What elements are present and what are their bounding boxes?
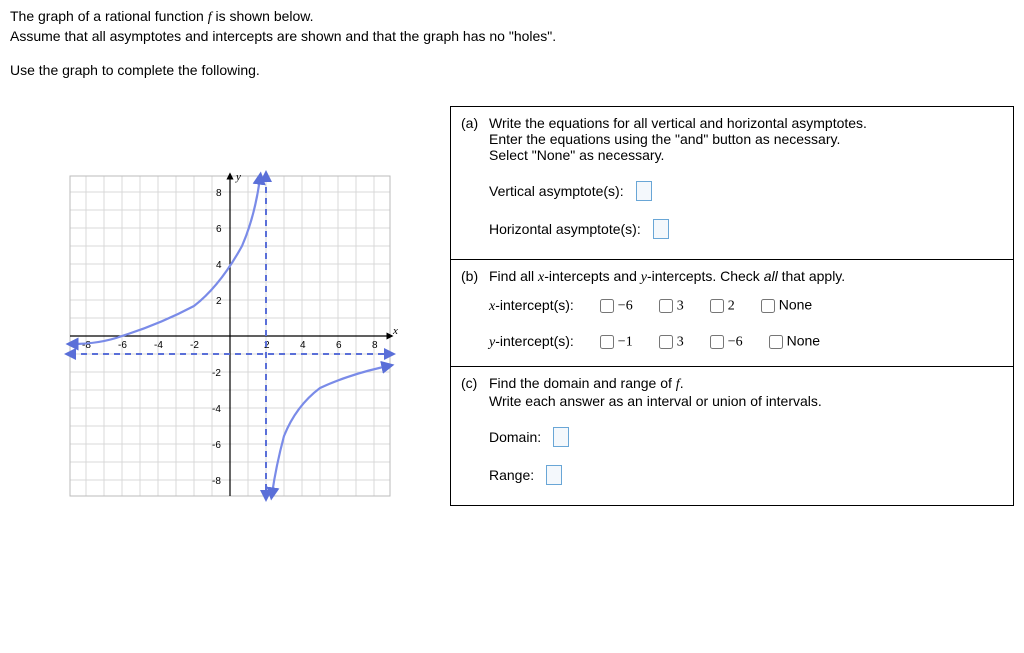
y-opt-3[interactable]: None xyxy=(765,332,820,352)
svg-text:-8: -8 xyxy=(82,340,91,351)
y-opt-2[interactable]: −6 xyxy=(706,332,743,352)
x-opt-3[interactable]: None xyxy=(757,296,812,316)
svg-text:2: 2 xyxy=(216,296,222,307)
svg-text:-6: -6 xyxy=(118,340,127,351)
intro-line-1: The graph of a rational function f is sh… xyxy=(10,8,1014,26)
svg-text:8: 8 xyxy=(372,340,378,351)
part-c-text: Find the domain and range of f. Write ea… xyxy=(489,375,1003,409)
svg-text:-8: -8 xyxy=(212,476,221,487)
svg-text:4: 4 xyxy=(300,340,306,351)
svg-text:-4: -4 xyxy=(154,340,163,351)
part-b: (b) Find all x-intercepts and y-intercep… xyxy=(451,260,1013,367)
svg-text:-6: -6 xyxy=(212,440,221,451)
y-intercept-label: y-intercept(s): xyxy=(489,333,574,351)
domain-input[interactable] xyxy=(553,427,569,447)
x-opt-0[interactable]: −6 xyxy=(596,296,633,316)
y-intercept-row: y-intercept(s): −1 3 −6 None xyxy=(489,332,1003,352)
range-label: Range: xyxy=(489,467,534,483)
svg-text:-2: -2 xyxy=(212,368,221,379)
part-c-letter: (c) xyxy=(461,375,489,409)
y-opt-1[interactable]: 3 xyxy=(655,332,684,352)
svg-text:-4: -4 xyxy=(212,404,221,415)
part-b-letter: (b) xyxy=(461,268,489,286)
svg-text:x: x xyxy=(392,325,398,337)
svg-text:-2: -2 xyxy=(190,340,199,351)
domain-label: Domain: xyxy=(489,429,541,445)
pa-t1: Write the equations for all vertical and… xyxy=(489,115,867,131)
pc-ta: Find the domain and range of xyxy=(489,375,676,391)
range-input[interactable] xyxy=(546,465,562,485)
svg-text:6: 6 xyxy=(336,340,342,351)
horizontal-asymptote-label: Horizontal asymptote(s): xyxy=(489,221,641,237)
vertical-asymptote-label: Vertical asymptote(s): xyxy=(489,183,624,199)
intro-1b: is shown below. xyxy=(212,8,314,24)
horizontal-asymptote-input[interactable] xyxy=(653,219,669,239)
pb-tb: -intercepts and xyxy=(544,268,641,284)
pb-td: that apply. xyxy=(778,268,845,284)
pa-t3: Select "None" as necessary. xyxy=(489,147,664,163)
intro-1a: The graph of a rational function xyxy=(10,8,208,24)
vertical-asymptote-input[interactable] xyxy=(636,181,652,201)
pc-t2: Write each answer as an interval or unio… xyxy=(489,393,822,409)
x-intercept-label: x-intercept(s): xyxy=(489,297,574,315)
part-a-text: Write the equations for all vertical and… xyxy=(489,115,1003,163)
pb-all: all xyxy=(764,268,778,284)
part-b-text: Find all x-intercepts and y-intercepts. … xyxy=(489,268,1003,286)
part-a-letter: (a) xyxy=(461,115,489,163)
rational-function-graph: x y -8-6-4-2 2468 8642 -2-4-6-8 xyxy=(60,166,400,506)
part-a: (a) Write the equations for all vertical… xyxy=(451,107,1013,260)
y-opt-0[interactable]: −1 xyxy=(596,332,633,352)
pc-tb: . xyxy=(680,375,684,391)
intro-line-3: Use the graph to complete the following. xyxy=(10,62,1014,78)
x-opt-2[interactable]: 2 xyxy=(706,296,735,316)
x-opt-1[interactable]: 3 xyxy=(655,296,684,316)
pa-t2: Enter the equations using the "and" butt… xyxy=(489,131,840,147)
part-c: (c) Find the domain and range of f. Writ… xyxy=(451,367,1013,505)
pb-ta: Find all xyxy=(489,268,538,284)
pb-tc: -intercepts. Check xyxy=(647,268,764,284)
svg-text:8: 8 xyxy=(216,188,222,199)
svg-text:4: 4 xyxy=(216,260,222,271)
intro-line-2: Assume that all asymptotes and intercept… xyxy=(10,28,1014,44)
x-intercept-row: x-intercept(s): −6 3 2 None xyxy=(489,296,1003,316)
svg-text:6: 6 xyxy=(216,224,222,235)
svg-text:y: y xyxy=(235,171,241,183)
